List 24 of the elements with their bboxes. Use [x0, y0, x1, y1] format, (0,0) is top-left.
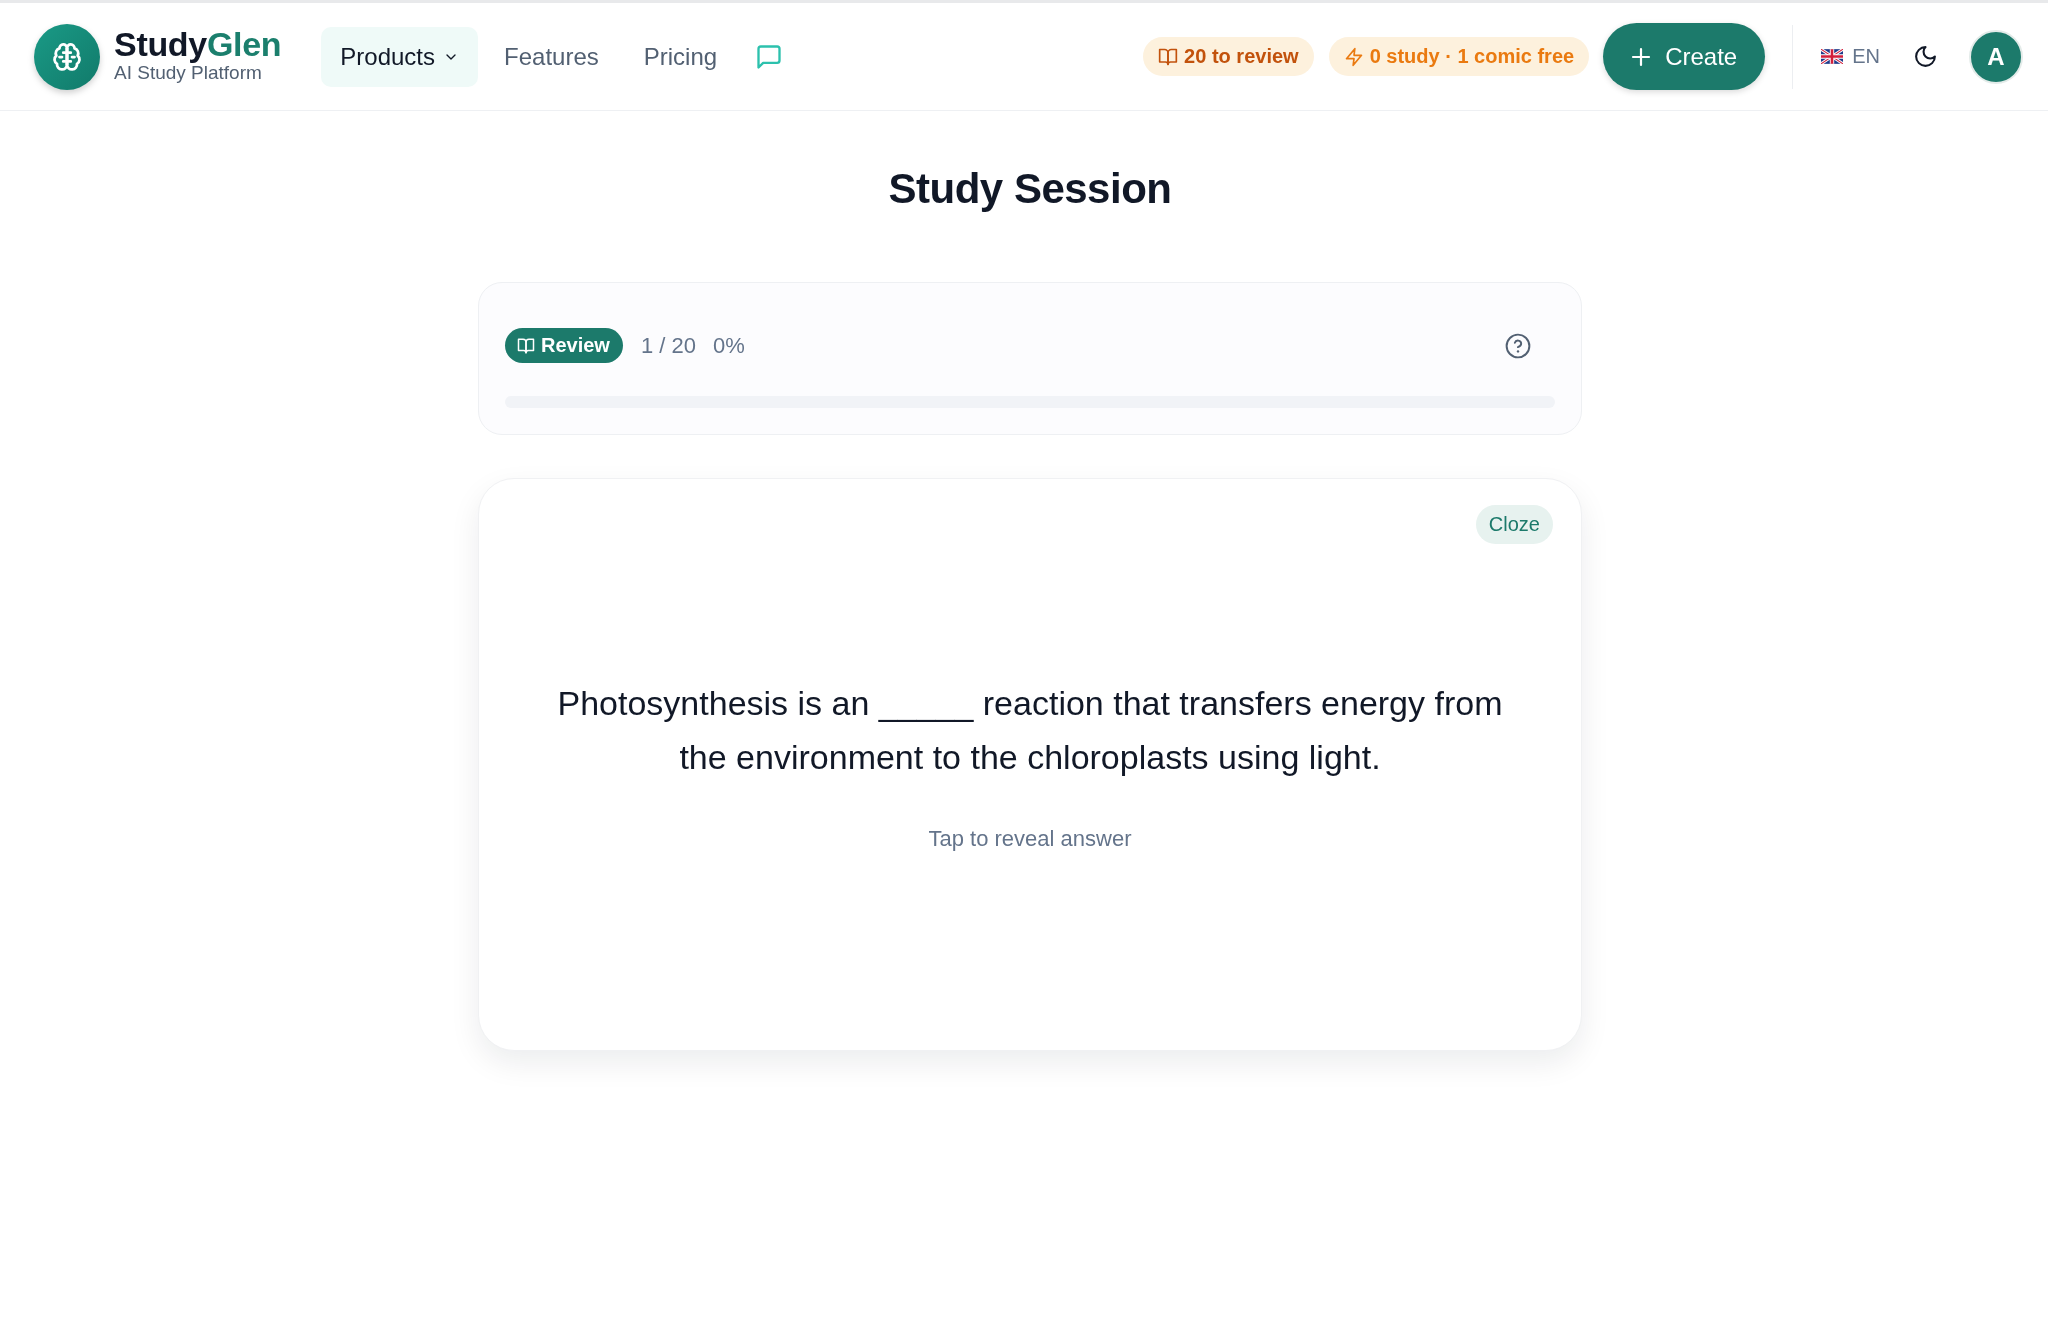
card-type-tag: Cloze [1475, 505, 1553, 544]
book-icon [517, 336, 535, 355]
lightning-icon [1343, 46, 1364, 67]
language-button[interactable]: EN [1821, 45, 1880, 68]
pill-label: 20 to review [1184, 45, 1299, 68]
flag-icon [1821, 49, 1844, 64]
help-icon[interactable] [1505, 332, 1531, 359]
page-title: Study Session [888, 164, 1172, 214]
mode-label: Review [541, 334, 610, 357]
create-button[interactable]: Create [1603, 23, 1766, 90]
brand-name[interactable]: StudyGlen [114, 25, 282, 62]
flashcard[interactable]: Cloze Photosynthesis is an _____ reaction that transfers energy from the environment to the chloroplasts using light. Tap to reveal answer [478, 478, 1582, 1051]
card-counter: 1 / 20 [640, 332, 696, 359]
products-menu-button[interactable]: Products [321, 26, 479, 87]
moon-icon[interactable] [1913, 44, 1938, 69]
brain-logo-icon[interactable] [34, 23, 100, 90]
nav-link[interactable]: Pricing [624, 26, 737, 87]
nav-link[interactable]: Features [485, 26, 618, 87]
reveal-hint: Tap to reveal answer [928, 824, 1132, 853]
question-text: Photosynthesis is an _____ reaction that transfers energy from the environment to the chloroplasts using light. [556, 682, 1504, 778]
book-icon [1158, 46, 1179, 67]
progress-percent: 0% [713, 332, 745, 359]
pill-label: 0 study · 1 comic free [1369, 45, 1575, 68]
user-avatar[interactable]: A [1969, 29, 2023, 84]
